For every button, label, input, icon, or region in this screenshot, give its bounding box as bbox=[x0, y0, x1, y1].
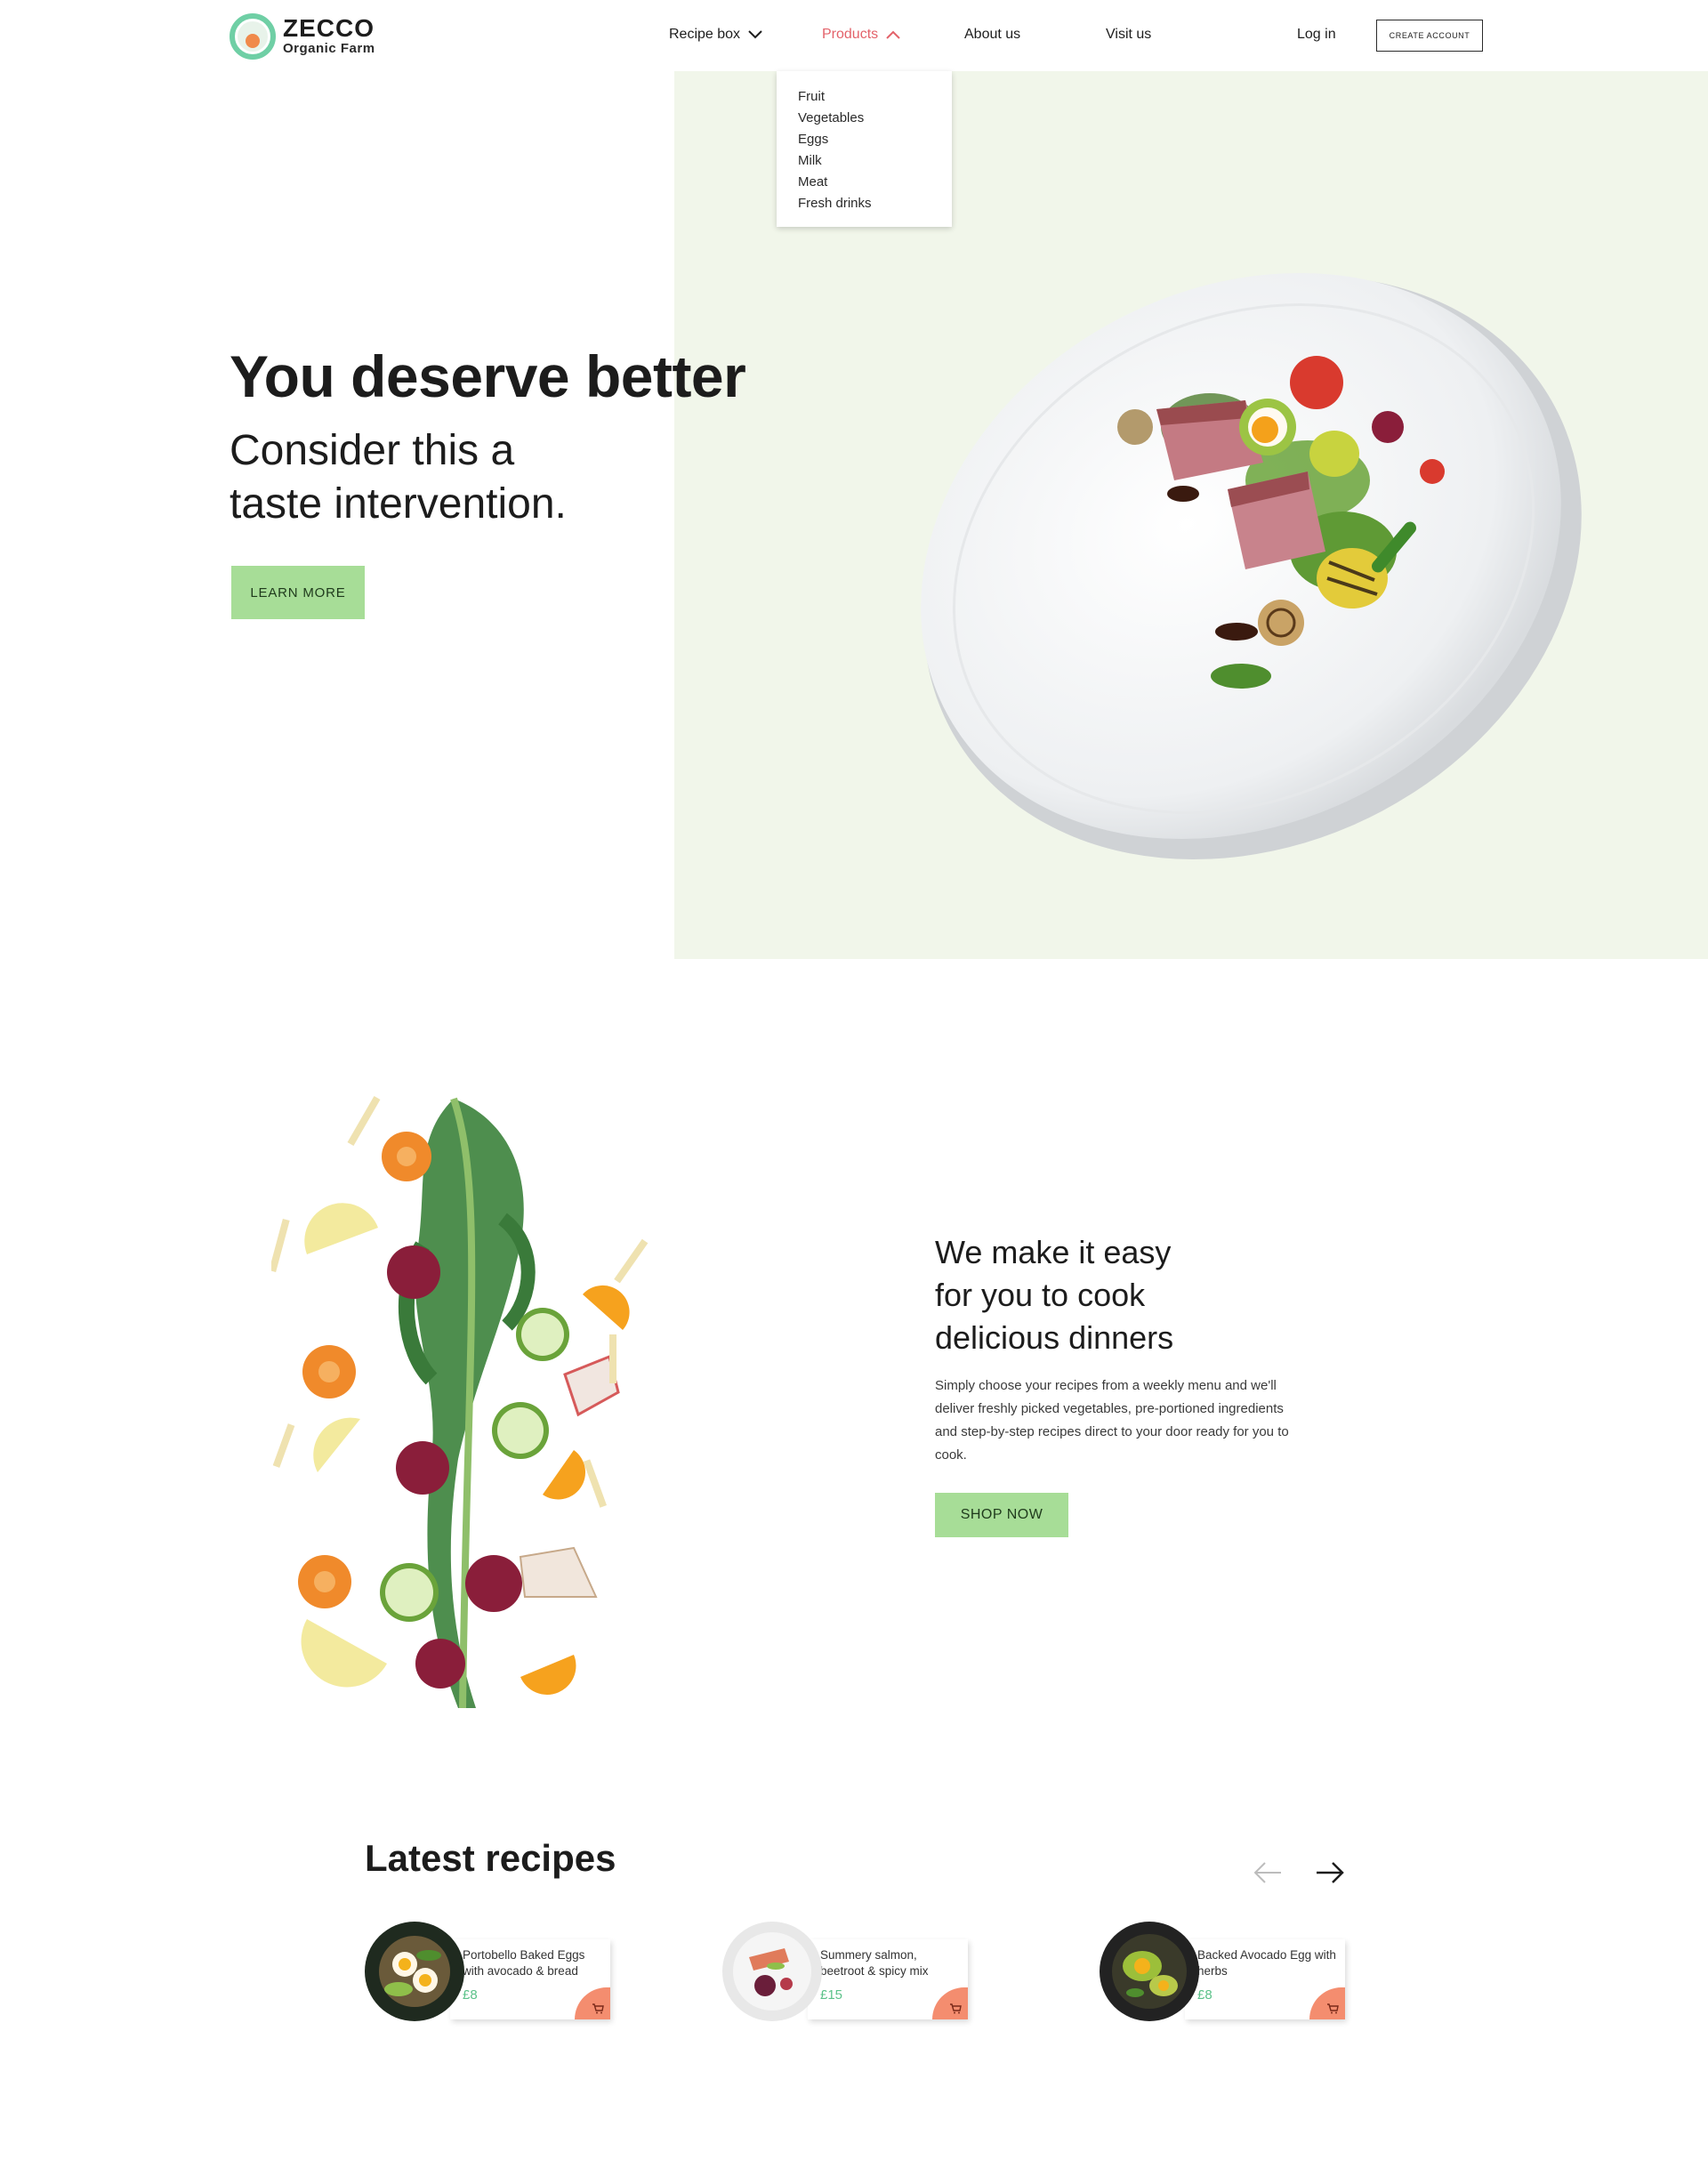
recipe-name: Backed Avocado Egg with herbs bbox=[1197, 1948, 1336, 1978]
create-account-button[interactable]: CREATE ACCOUNT bbox=[1376, 20, 1483, 52]
chevron-down-icon bbox=[748, 30, 762, 39]
add-to-cart-button[interactable] bbox=[575, 1987, 610, 2019]
hero-subtitle: Consider this a taste intervention. bbox=[230, 424, 674, 531]
dropdown-item-fruit[interactable]: Fruit bbox=[798, 86, 931, 108]
dropdown-item-vegetables[interactable]: Vegetables bbox=[798, 108, 931, 129]
add-to-cart-button[interactable] bbox=[1309, 1987, 1345, 2019]
recipe-price: £15 bbox=[820, 1987, 843, 2003]
avocado-logo-icon bbox=[230, 13, 276, 60]
hero-subtitle-line-1: Consider this a bbox=[230, 427, 515, 474]
nav-about-us[interactable]: About us bbox=[964, 27, 1020, 43]
nav-recipe-box[interactable]: Recipe box bbox=[669, 27, 763, 43]
recipe-card[interactable]: Summery salmon, beetroot & spicy mix £15 bbox=[722, 1922, 971, 2024]
recipe-card[interactable]: Backed Avocado Egg with herbs £8 bbox=[1100, 1922, 1349, 2024]
vegetable-illustration bbox=[271, 1096, 649, 1709]
dropdown-item-meat[interactable]: Meat bbox=[798, 172, 931, 193]
feature-title-line-1: We make it easy bbox=[935, 1234, 1172, 1270]
recipe-info: Portobello Baked Eggs with avocado & bre… bbox=[450, 1939, 610, 2019]
cart-icon bbox=[1327, 2003, 1339, 2014]
arrow-left-icon[interactable] bbox=[1253, 1861, 1283, 1884]
recipe-name: Portobello Baked Eggs with avocado & bre… bbox=[463, 1948, 585, 1978]
login-link[interactable]: Log in bbox=[1297, 27, 1336, 43]
nav-products-label: Products bbox=[822, 27, 879, 42]
learn-more-button[interactable]: LEARN MORE bbox=[231, 566, 365, 619]
dropdown-item-fresh-drinks[interactable]: Fresh drinks bbox=[798, 193, 931, 214]
login-label: Log in bbox=[1297, 27, 1336, 42]
hero-title: You deserve better bbox=[230, 343, 746, 409]
plated-dish-image bbox=[921, 272, 1582, 860]
brand-name: ZECCO bbox=[283, 14, 375, 42]
arrow-right-icon[interactable] bbox=[1315, 1861, 1345, 1884]
hero-subtitle-line-2: taste intervention. bbox=[230, 480, 567, 528]
recipe-price: £8 bbox=[463, 1987, 478, 2003]
feature-title-line-3: delicious dinners bbox=[935, 1319, 1174, 1356]
chevron-up-icon bbox=[886, 30, 900, 39]
recipe-card[interactable]: Portobello Baked Eggs with avocado & bre… bbox=[365, 1922, 614, 2024]
shop-now-button[interactable]: SHOP NOW bbox=[935, 1493, 1068, 1537]
recipe-info: Summery salmon, beetroot & spicy mix £15 bbox=[808, 1939, 968, 2019]
dropdown-item-eggs[interactable]: Eggs bbox=[798, 129, 931, 150]
products-dropdown: Fruit Vegetables Eggs Milk Meat Fresh dr… bbox=[777, 71, 952, 227]
dropdown-item-milk[interactable]: Milk bbox=[798, 150, 931, 172]
recipe-price: £8 bbox=[1197, 1987, 1213, 2003]
nav-recipe-box-label: Recipe box bbox=[669, 27, 741, 42]
recipe-image bbox=[365, 1922, 464, 2021]
nav-products[interactable]: Products bbox=[822, 27, 901, 43]
nav-visit-us[interactable]: Visit us bbox=[1106, 27, 1151, 43]
recipe-info: Backed Avocado Egg with herbs £8 bbox=[1185, 1939, 1345, 2019]
feature-description: Simply choose your recipes from a weekly… bbox=[935, 1378, 1289, 1463]
add-to-cart-button[interactable] bbox=[932, 1987, 968, 2019]
brand-logo[interactable]: ZECCO Organic Farm bbox=[230, 13, 375, 60]
brand-tagline: Organic Farm bbox=[283, 41, 375, 56]
nav-visit-label: Visit us bbox=[1106, 27, 1152, 42]
feature-title: We make it easy for you to cook deliciou… bbox=[935, 1231, 1309, 1359]
recipe-image bbox=[722, 1922, 822, 2021]
cart-icon bbox=[592, 2003, 604, 2014]
cart-icon bbox=[950, 2003, 962, 2014]
recipe-image bbox=[1100, 1922, 1199, 2021]
nav-about-label: About us bbox=[964, 27, 1021, 42]
latest-recipes-title: Latest recipes bbox=[365, 1837, 616, 1879]
feature-title-line-2: for you to cook bbox=[935, 1277, 1146, 1313]
recipe-name: Summery salmon, beetroot & spicy mix bbox=[820, 1948, 929, 1978]
